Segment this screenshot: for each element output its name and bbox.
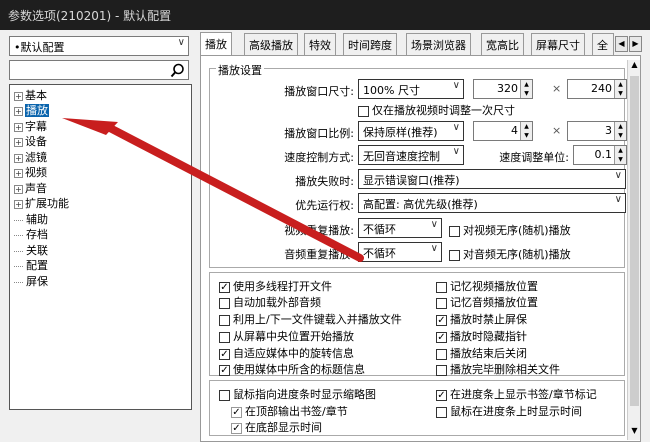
annotation-arrow-icon bbox=[62, 118, 364, 262]
arrow-shaft bbox=[104, 123, 364, 262]
